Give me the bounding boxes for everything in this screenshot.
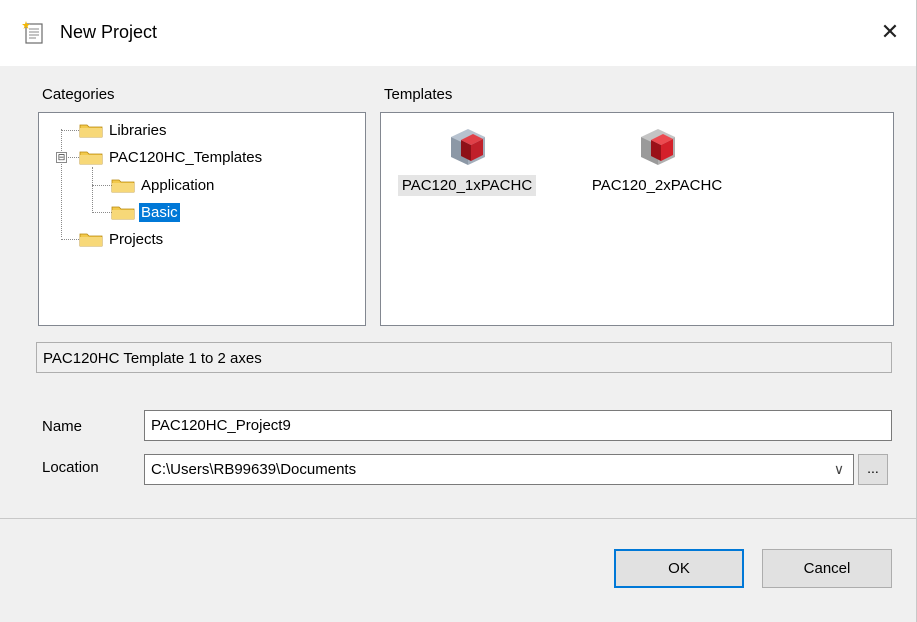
tree-item-label: Application bbox=[141, 176, 215, 194]
folder-icon bbox=[111, 206, 135, 220]
folder-icon bbox=[79, 233, 103, 247]
categories-tree[interactable]: ⊟ Libraries PAC120HC_Templates Applicati… bbox=[38, 112, 366, 326]
tree-item-pac120hc-templates[interactable]: PAC120HC_Templates bbox=[79, 146, 264, 168]
location-label: Location bbox=[42, 459, 99, 476]
template-label: PAC120_2xPACHC bbox=[591, 177, 723, 194]
tree-item-label: Basic bbox=[139, 202, 180, 222]
dialog-title: New Project bbox=[60, 22, 158, 42]
tree-item-projects[interactable]: Projects bbox=[79, 228, 165, 250]
title-bar: New Project ✕ bbox=[0, 0, 916, 66]
tree-item-label: PAC120HC_Templates bbox=[109, 148, 263, 166]
location-value: C:\Users\RB99639\Documents bbox=[151, 461, 357, 478]
template-cube-icon bbox=[641, 129, 675, 165]
folder-icon bbox=[111, 179, 135, 193]
template-item-pac120-1xpachc[interactable]: PAC120_1xPACHC bbox=[387, 125, 547, 196]
folder-icon bbox=[79, 124, 103, 138]
tree-item-label: Projects bbox=[109, 230, 164, 248]
ok-button[interactable]: OK bbox=[614, 549, 744, 588]
name-label: Name bbox=[42, 418, 83, 435]
dialog-footer: OK Cancel bbox=[0, 518, 916, 622]
chevron-down-icon[interactable]: ∨ bbox=[829, 455, 849, 484]
template-label: PAC120_1xPACHC bbox=[397, 175, 537, 196]
browse-button[interactable]: ... bbox=[858, 454, 888, 485]
close-button[interactable]: ✕ bbox=[872, 14, 908, 50]
template-cube-icon bbox=[451, 129, 485, 165]
templates-list[interactable]: PAC120_1xPACHC PAC120_2xPACHC bbox=[380, 112, 894, 326]
template-item-pac120-2xpachc[interactable]: PAC120_2xPACHC bbox=[577, 125, 737, 195]
new-project-icon bbox=[22, 21, 43, 44]
tree-item-application[interactable]: Application bbox=[111, 174, 216, 196]
close-icon: ✕ bbox=[880, 19, 900, 44]
template-description: PAC120HC Template 1 to 2 axes bbox=[36, 342, 892, 373]
cancel-button[interactable]: Cancel bbox=[762, 549, 892, 588]
new-project-dialog: New Project ✕ Categories Templates ⊟ Lib… bbox=[0, 0, 917, 622]
collapse-expander-icon[interactable]: ⊟ bbox=[56, 152, 67, 163]
folder-icon bbox=[79, 151, 103, 165]
tree-item-basic[interactable]: Basic bbox=[111, 201, 180, 223]
categories-label: Categories bbox=[42, 86, 115, 103]
dialog-body: Categories Templates ⊟ Libraries PAC120H… bbox=[0, 66, 916, 518]
name-input[interactable]: PAC120HC_Project9 bbox=[144, 410, 892, 441]
tree-item-label: Libraries bbox=[109, 121, 167, 139]
location-combobox[interactable]: C:\Users\RB99639\Documents ∨ bbox=[144, 454, 854, 485]
templates-label: Templates bbox=[384, 86, 453, 103]
tree-item-libraries[interactable]: Libraries bbox=[79, 119, 169, 141]
